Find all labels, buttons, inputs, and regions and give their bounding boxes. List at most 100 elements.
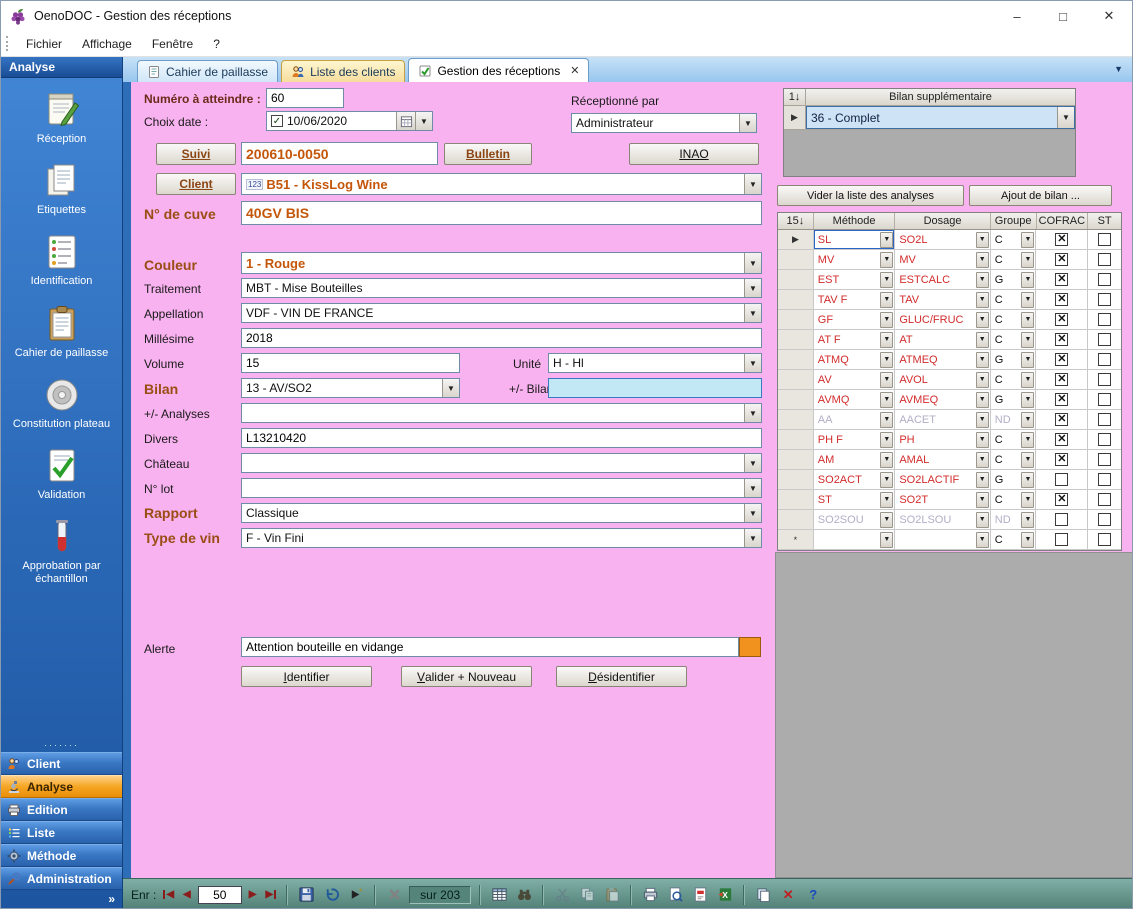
groupe-cell[interactable]: G▼ (991, 350, 1037, 370)
nav-item-client[interactable]: Client (1, 752, 122, 775)
traitement-select[interactable]: MBT - Mise Bouteilles ▼ (241, 278, 762, 298)
dosage-cell[interactable]: AMAL▼ (895, 450, 990, 470)
row-selector[interactable] (778, 330, 814, 350)
chevron-down-icon[interactable]: ▼ (442, 379, 459, 397)
rapport-select[interactable]: Classique ▼ (241, 503, 762, 523)
groupe-cell[interactable]: G▼ (991, 270, 1037, 290)
cofrac-checkbox[interactable] (1036, 410, 1088, 430)
inao-button[interactable]: INAO (629, 143, 759, 165)
print-preview-icon[interactable] (665, 885, 685, 905)
dosage-cell[interactable]: AACET▼ (895, 410, 990, 430)
close-button[interactable]: ✕ (1086, 1, 1132, 31)
groupe-cell[interactable]: C▼ (991, 290, 1037, 310)
suivi-input[interactable] (241, 142, 438, 165)
methode-cell[interactable]: ST▼ (814, 490, 896, 510)
bilan-sup-sort-header[interactable]: 1↓ (784, 89, 806, 105)
dosage-cell[interactable]: AVOL▼ (895, 370, 990, 390)
lot-select[interactable]: ▼ (241, 478, 762, 498)
bulletin-button[interactable]: Bulletin (444, 143, 532, 165)
menu-item-fichier[interactable]: Fichier (16, 33, 72, 55)
cofrac-column-header[interactable]: COFRAC (1037, 213, 1089, 229)
alerte-color-button[interactable] (739, 637, 761, 657)
print-icon[interactable] (640, 885, 660, 905)
cofrac-checkbox[interactable] (1036, 250, 1088, 270)
chevron-down-icon[interactable]: ▼ (744, 479, 761, 497)
sidebar-item-reception[interactable]: Réception (5, 90, 119, 146)
dropdown-icon[interactable]: ▼ (976, 412, 989, 428)
couleur-select[interactable]: 1 - Rouge ▼ (241, 252, 762, 274)
dropdown-icon[interactable]: ▼ (1021, 352, 1034, 368)
dropdown-icon[interactable]: ▼ (976, 352, 989, 368)
export-pdf-icon[interactable] (690, 885, 710, 905)
sidebar-splitter[interactable]: ······· (1, 740, 122, 752)
unite-select[interactable]: H - Hl ▼ (548, 353, 762, 373)
cofrac-checkbox[interactable] (1036, 290, 1088, 310)
st-checkbox[interactable] (1088, 370, 1121, 390)
row-selector[interactable] (778, 390, 814, 410)
cofrac-checkbox[interactable] (1036, 330, 1088, 350)
st-checkbox[interactable] (1088, 250, 1121, 270)
dropdown-icon[interactable]: ▼ (1021, 332, 1034, 348)
numero-input[interactable] (266, 88, 344, 108)
methode-cell[interactable]: TAV F▼ (814, 290, 896, 310)
dropdown-icon[interactable]: ▼ (880, 272, 893, 288)
dropdown-icon[interactable]: ▼ (976, 372, 989, 388)
duplicate-icon[interactable] (753, 885, 773, 905)
chateau-select[interactable]: ▼ (241, 453, 762, 473)
dosage-column-header[interactable]: Dosage (895, 213, 990, 229)
cofrac-checkbox[interactable] (1036, 230, 1088, 250)
dropdown-icon[interactable]: ▼ (880, 372, 893, 388)
dosage-cell[interactable]: AVMEQ▼ (895, 390, 990, 410)
chevron-down-icon[interactable]: ▼ (744, 253, 761, 273)
dosage-cell[interactable]: ESTCALC▼ (895, 270, 990, 290)
client-select[interactable]: 123 B51 - KissLog Wine ▼ (241, 173, 762, 195)
row-selector[interactable]: ▶ (784, 106, 806, 129)
dropdown-icon[interactable]: ▼ (1021, 292, 1034, 308)
menu-item-affichage[interactable]: Affichage (72, 33, 142, 55)
methode-cell[interactable]: SL▼ (814, 230, 896, 250)
delete-icon[interactable]: ✕ (778, 885, 798, 905)
row-selector[interactable] (778, 490, 814, 510)
dropdown-icon[interactable]: ▼ (880, 452, 893, 468)
methode-cell[interactable]: AV▼ (814, 370, 896, 390)
chevron-down-icon[interactable]: ▼ (739, 114, 756, 132)
sidebar-overflow-button[interactable]: » (1, 890, 122, 908)
groupe-cell[interactable]: G▼ (991, 470, 1037, 490)
dropdown-icon[interactable]: ▼ (1021, 532, 1034, 548)
dropdown-icon[interactable]: ▼ (1021, 512, 1034, 528)
methode-column-header[interactable]: Méthode (814, 213, 896, 229)
date-field[interactable]: ✓ 10/06/2020 ▼ (266, 111, 433, 131)
nav-item-administration[interactable]: Administration (1, 867, 122, 890)
dropdown-icon[interactable]: ▼ (1021, 432, 1034, 448)
dropdown-icon[interactable]: ▼ (880, 472, 893, 488)
st-checkbox[interactable] (1088, 330, 1121, 350)
row-selector[interactable]: * (778, 530, 814, 550)
methode-cell[interactable]: SO2ACT▼ (814, 470, 896, 490)
dropdown-icon[interactable]: ▼ (976, 472, 989, 488)
groupe-cell[interactable]: G▼ (991, 390, 1037, 410)
dropdown-icon[interactable]: ▼ (1021, 472, 1034, 488)
dosage-cell[interactable]: ATMEQ▼ (895, 350, 990, 370)
search-binoculars-icon[interactable] (514, 885, 534, 905)
record-number-input[interactable] (198, 886, 242, 904)
groupe-cell[interactable]: C▼ (991, 370, 1037, 390)
cofrac-checkbox[interactable] (1036, 390, 1088, 410)
st-checkbox[interactable] (1088, 350, 1121, 370)
methode-cell[interactable]: ATMQ▼ (814, 350, 896, 370)
dropdown-icon[interactable]: ▼ (1021, 372, 1034, 388)
groupe-cell[interactable]: C▼ (991, 490, 1037, 510)
plus-bilan-input[interactable] (548, 378, 762, 398)
break-link-icon[interactable] (384, 885, 404, 905)
groupe-cell[interactable]: C▼ (991, 430, 1037, 450)
row-selector[interactable] (778, 290, 814, 310)
identifier-button[interactable]: Identifier (241, 666, 372, 687)
st-checkbox[interactable] (1088, 450, 1121, 470)
st-checkbox[interactable] (1088, 270, 1121, 290)
suivi-button[interactable]: Suivi (156, 143, 236, 165)
tab-close-icon[interactable]: ✕ (570, 64, 579, 77)
dropdown-icon[interactable]: ▼ (976, 272, 989, 288)
chevron-down-icon[interactable]: ▼ (415, 112, 432, 130)
chevron-down-icon[interactable]: ▼ (744, 304, 761, 322)
menu-item-fentre[interactable]: Fenêtre (142, 33, 203, 55)
dropdown-icon[interactable]: ▼ (976, 432, 989, 448)
